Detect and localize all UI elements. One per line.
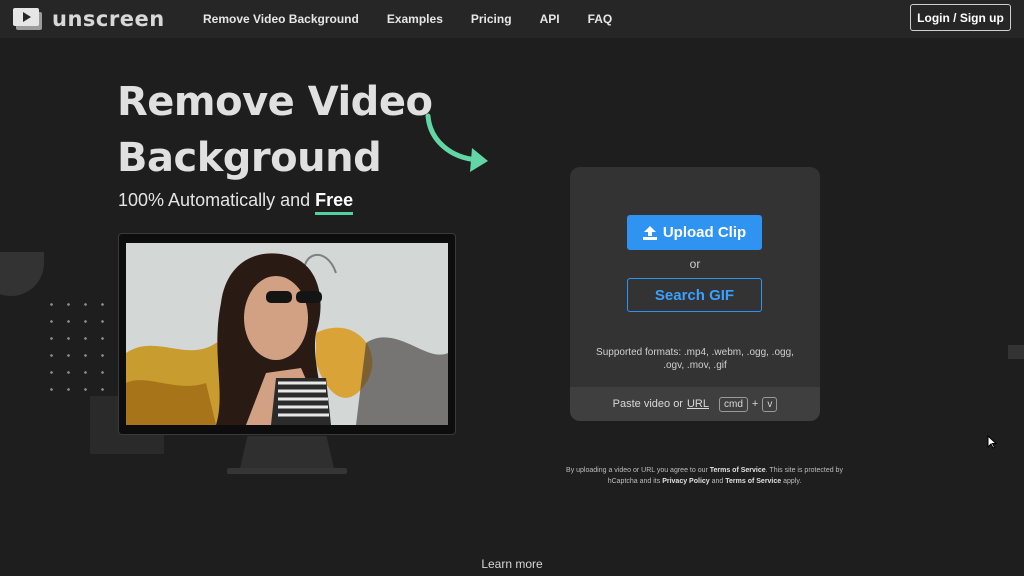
upload-icon xyxy=(642,225,657,240)
paste-prefix: Paste video or xyxy=(612,398,683,410)
hero-title-line1: Remove Video xyxy=(117,79,433,125)
login-signup-button[interactable]: Login / Sign up xyxy=(910,4,1011,31)
nav-pricing[interactable]: Pricing xyxy=(471,12,512,26)
paste-url-link[interactable]: URL xyxy=(687,398,709,410)
terms-link[interactable]: Terms of Service xyxy=(710,467,766,474)
upload-clip-label: Upload Clip xyxy=(662,224,747,241)
decorative-dot-grid xyxy=(43,296,113,400)
paste-hint: Paste video or URL cmd + v xyxy=(570,387,820,421)
side-tab[interactable] xyxy=(1008,345,1024,359)
search-gif-button[interactable]: Search GIF xyxy=(627,278,762,312)
kbd-plus: + xyxy=(751,398,759,410)
nav-links: Remove Video Background Examples Pricing… xyxy=(203,12,640,26)
hero-subtitle: 100% Automatically and Free xyxy=(118,190,354,215)
privacy-link[interactable]: Privacy Policy xyxy=(662,478,709,485)
kbd-cmd: cmd xyxy=(719,396,748,412)
nav-faq[interactable]: FAQ xyxy=(588,12,613,26)
nav-api[interactable]: API xyxy=(540,12,560,26)
or-separator: or xyxy=(689,257,701,271)
demo-video-preview xyxy=(126,243,448,425)
monitor-base xyxy=(227,468,347,474)
play-icon xyxy=(13,8,42,30)
hero-title-line2: Background xyxy=(117,135,382,181)
curved-arrow-icon xyxy=(425,113,488,172)
logo-text: unscreen xyxy=(52,7,165,31)
legal-text-1: By uploading a video or URL you agree to… xyxy=(566,467,710,474)
logo[interactable]: unscreen xyxy=(12,7,165,31)
learn-more-link[interactable]: Learn more xyxy=(0,557,1024,571)
demo-monitor xyxy=(118,233,456,435)
cursor-icon xyxy=(987,435,997,449)
subtitle-free: Free xyxy=(315,190,354,215)
monitor-stand xyxy=(240,436,334,468)
hero-title: Remove Video Background xyxy=(117,74,433,186)
nav-examples[interactable]: Examples xyxy=(387,12,443,26)
terms-link-2[interactable]: Terms of Service xyxy=(725,478,781,485)
legal-notice: By uploading a video or URL you agree to… xyxy=(563,465,846,487)
nav-remove-video-background[interactable]: Remove Video Background xyxy=(203,12,359,26)
kbd-v: v xyxy=(762,396,778,412)
top-navbar: unscreen Remove Video Background Example… xyxy=(0,0,1024,38)
supported-formats-text: Supported formats: .mp4, .webm, .ogg, .o… xyxy=(596,347,794,371)
legal-text-4: apply. xyxy=(781,478,802,485)
legal-text-3: and xyxy=(709,478,726,485)
decorative-half-circle xyxy=(0,252,44,296)
subtitle-prefix: 100% Automatically and xyxy=(118,190,316,210)
upload-clip-button[interactable]: Upload Clip xyxy=(627,215,762,250)
woman-video-illustration xyxy=(126,243,448,425)
upload-card: Upload Clip or Search GIF Supported form… xyxy=(570,167,820,421)
